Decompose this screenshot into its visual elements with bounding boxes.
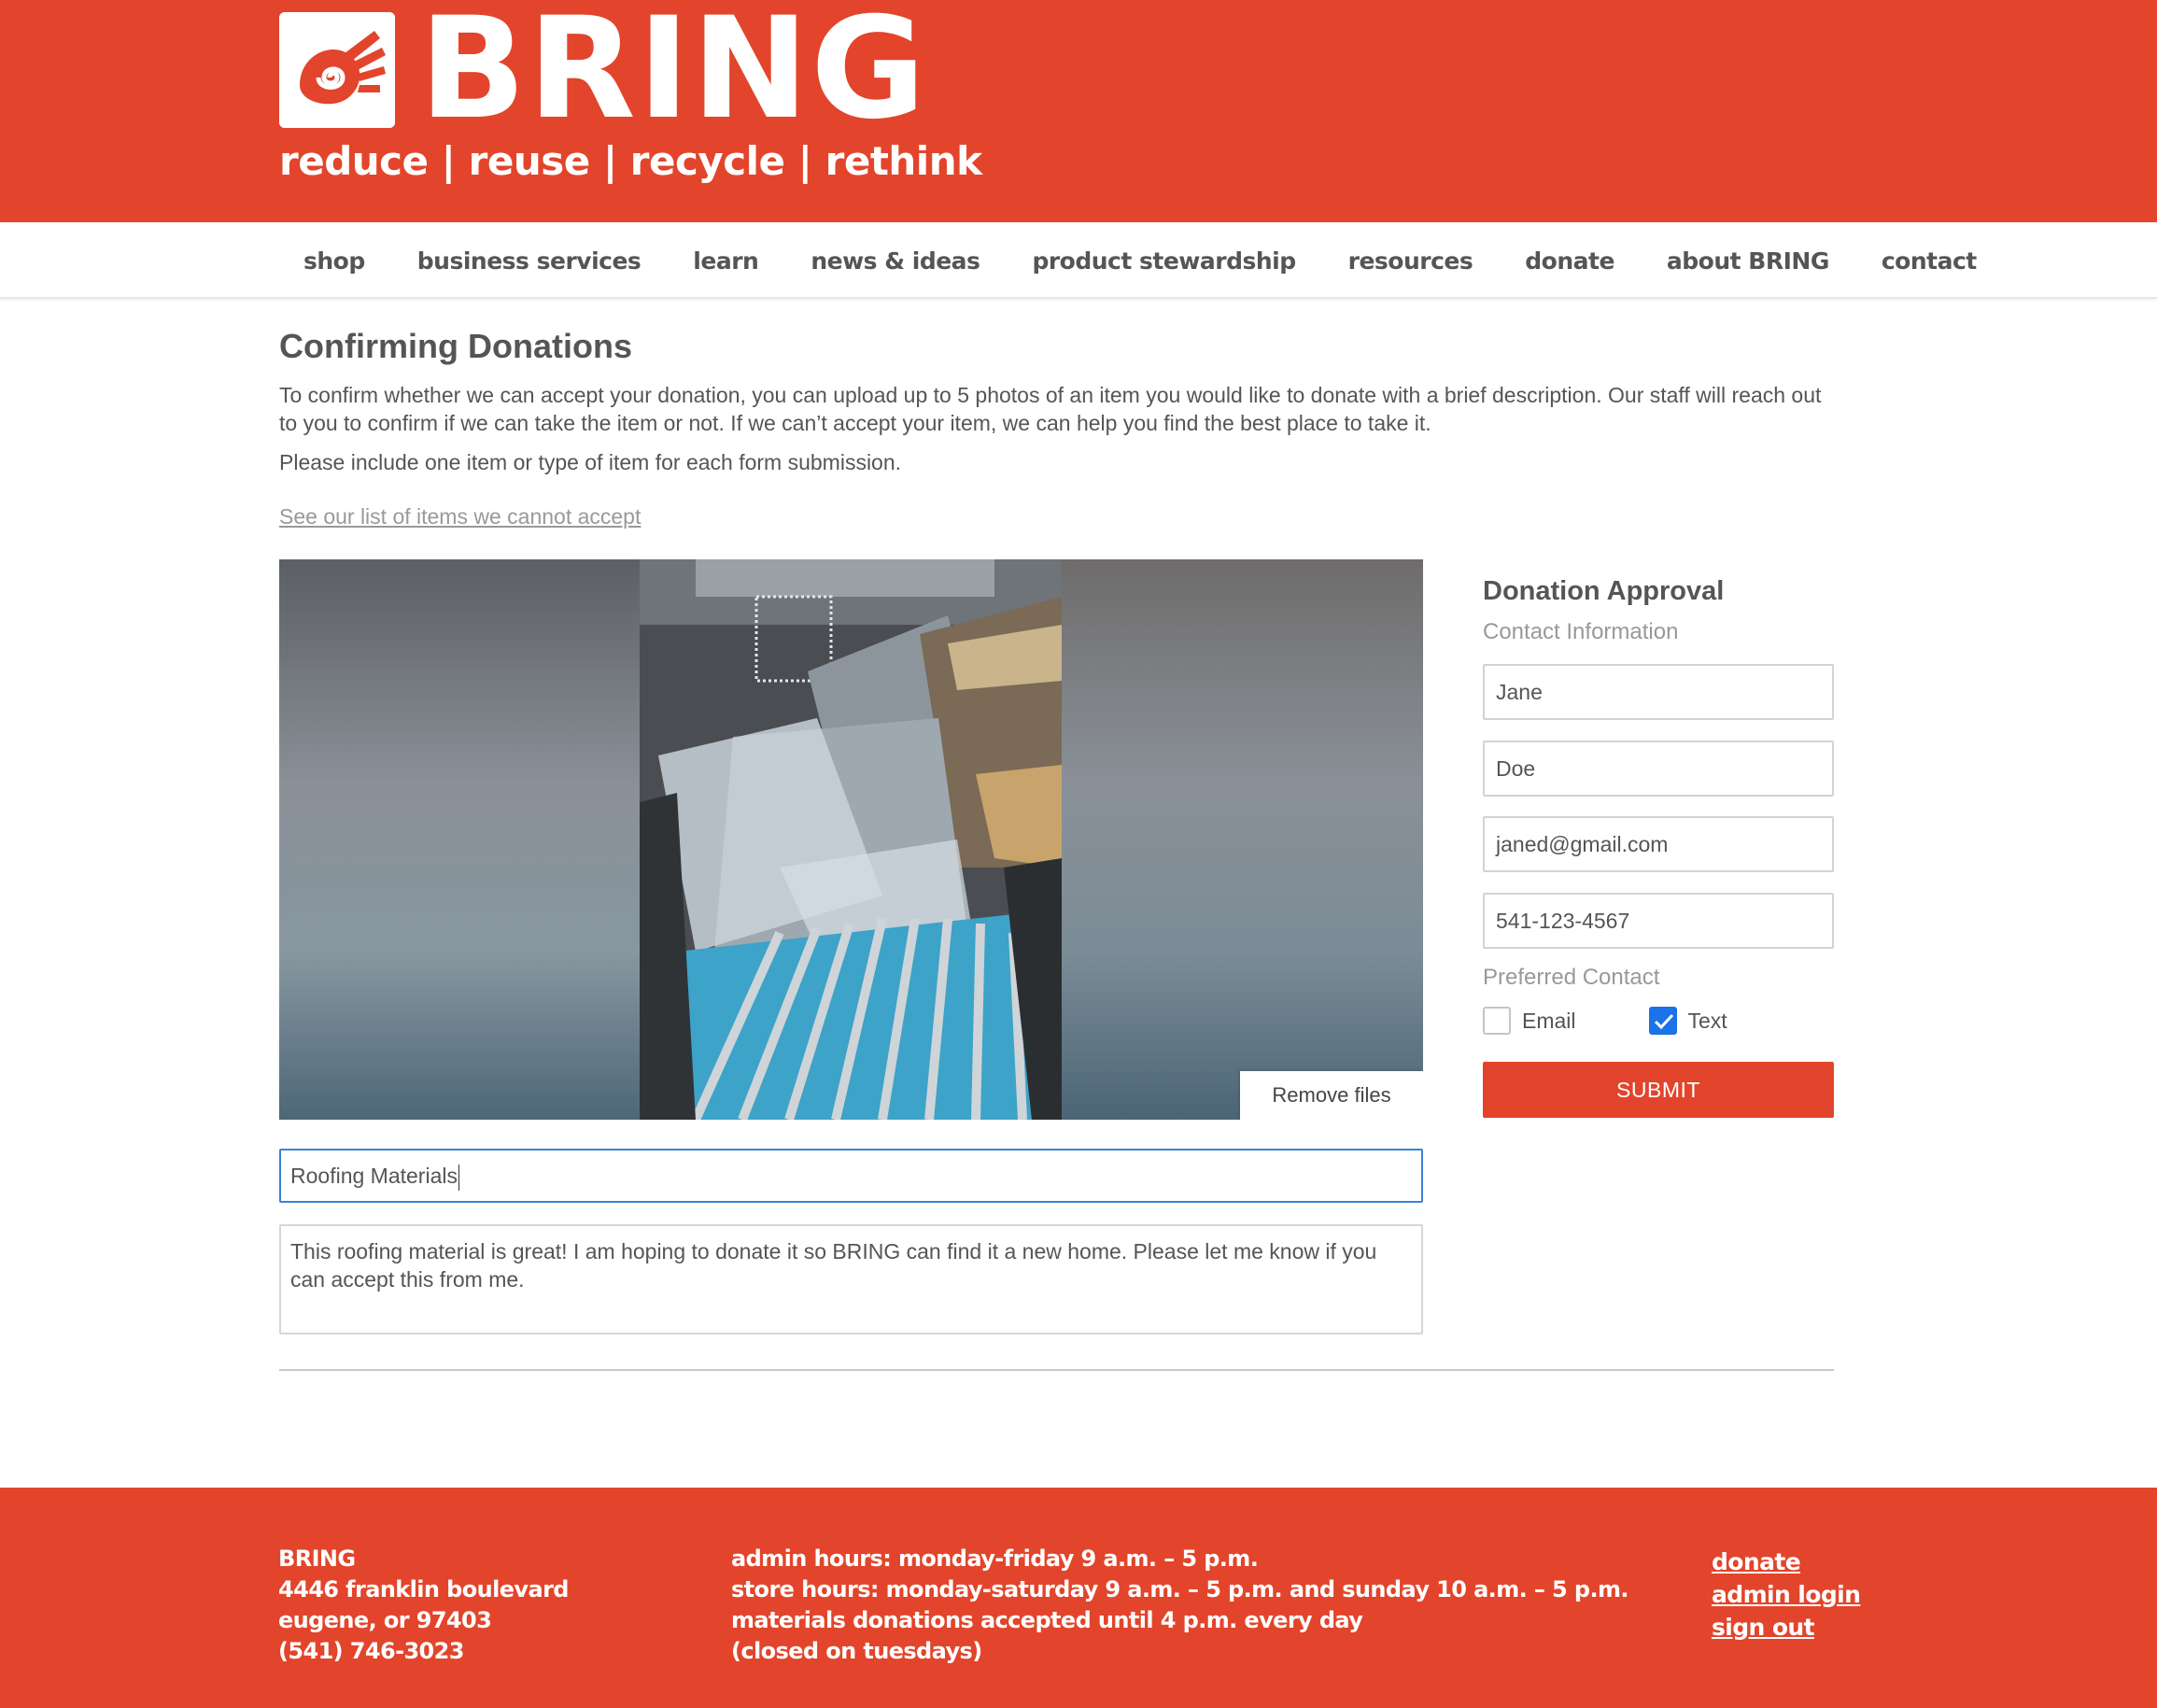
footer-address: BRING 4446 franklin boulevard eugene, or…	[278, 1544, 569, 1667]
page-title: Confirming Donations	[279, 327, 632, 365]
footer-phone: (541) 746-3023	[278, 1638, 464, 1664]
email-option-label: Email	[1522, 1008, 1576, 1033]
one-item-note: Please include one item or type of item …	[279, 450, 902, 474]
phone-field[interactable]: 541-123-4567	[1483, 893, 1834, 949]
footer-donate-link[interactable]: donate	[1712, 1546, 1860, 1578]
submit-button[interactable]: SUBMIT	[1483, 1062, 1834, 1118]
contact-info-heading: Contact Information	[1483, 619, 1679, 644]
photo-blur-right	[1061, 559, 1423, 1120]
text-option-label: Text	[1687, 1008, 1727, 1033]
checkmark-icon	[1654, 1013, 1673, 1030]
text-checkbox[interactable]	[1648, 1007, 1677, 1035]
nav-item-resources[interactable]: resources	[1322, 247, 1500, 275]
footer-admin-login-link[interactable]: admin login	[1712, 1578, 1861, 1611]
email-checkbox[interactable]	[1483, 1007, 1511, 1035]
footer-address-line2: eugene, or 97403	[278, 1607, 492, 1633]
photo-upload-dropzone[interactable]: Remove files	[279, 559, 1423, 1120]
content-divider	[279, 1369, 1834, 1371]
nav-item-business-services[interactable]: business services	[391, 247, 668, 275]
footer-store-hours: store hours: monday-saturday 9 a.m. – 5 …	[731, 1576, 1629, 1602]
hand-spiral-logo-icon	[279, 12, 395, 128]
footer-hours: admin hours: monday-friday 9 a.m. – 5 p.…	[731, 1544, 1629, 1667]
item-title-input[interactable]: Roofing Materials	[279, 1149, 1423, 1203]
preferred-contact-heading: Preferred Contact	[1483, 965, 1660, 990]
first-name-field[interactable]: Jane	[1483, 664, 1834, 720]
nav-item-learn[interactable]: learn	[667, 247, 784, 275]
item-description-textarea[interactable]: This roofing material is great! I am hop…	[279, 1224, 1423, 1334]
intro-paragraph: To confirm whether we can accept your do…	[279, 383, 1822, 435]
nav-item-contact[interactable]: contact	[1855, 247, 2003, 275]
photo-blur-left	[279, 559, 641, 1120]
footer-sign-out-link[interactable]: sign out	[1712, 1611, 1860, 1644]
last-name-field[interactable]: Doe	[1483, 741, 1834, 797]
cannot-accept-link[interactable]: See our list of items we cannot accept	[279, 502, 641, 530]
brand-wordmark: BRING	[419, 0, 928, 150]
email-field[interactable]: janed@gmail.com	[1483, 816, 1834, 872]
footer-org-name: BRING	[278, 1546, 356, 1572]
main-nav: shop business services learn news & idea…	[0, 222, 2157, 299]
preferred-contact-options: Email Text	[1483, 1006, 1727, 1036]
site-header: BRING reduce | reuse | recycle | rethink	[0, 0, 2157, 222]
footer-links: donate admin login sign out	[1712, 1546, 1861, 1644]
footer-admin-hours: admin hours: monday-friday 9 a.m. – 5 p.…	[731, 1546, 1259, 1572]
footer-closed-note: (closed on tuesdays)	[731, 1638, 982, 1664]
site-footer: BRING 4446 franklin boulevard eugene, or…	[0, 1488, 2157, 1708]
remove-files-button[interactable]: Remove files	[1240, 1071, 1423, 1120]
footer-address-line1: 4446 franklin boulevard	[278, 1576, 569, 1602]
footer-materials-note: materials donations accepted until 4 p.m…	[731, 1607, 1363, 1633]
form-title: Donation Approval	[1483, 576, 1725, 606]
bring-logo[interactable]: BRING reduce | reuse | recycle | rethink	[279, 0, 982, 199]
nav-item-shop[interactable]: shop	[279, 247, 391, 275]
nav-item-donate[interactable]: donate	[1499, 247, 1641, 275]
nav-item-product-stewardship[interactable]: product stewardship	[1006, 247, 1321, 275]
uploaded-photo	[640, 559, 1062, 1120]
brand-tagline: reduce | reuse | recycle | rethink	[279, 138, 982, 184]
nav-item-about[interactable]: about BRING	[1641, 247, 1855, 275]
nav-item-news-ideas[interactable]: news & ideas	[784, 247, 1006, 275]
